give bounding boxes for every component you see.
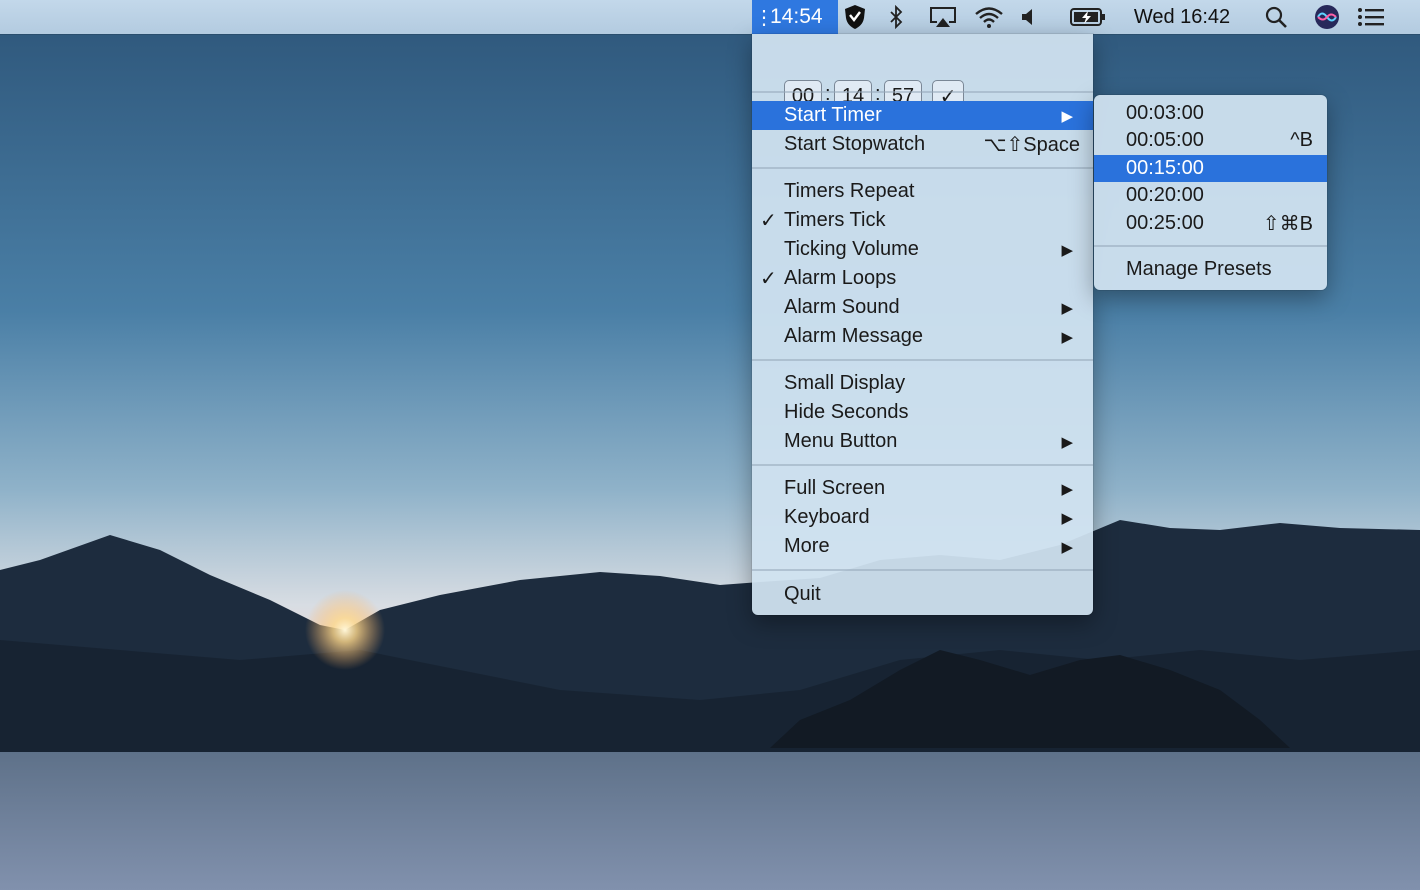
- siri-icon[interactable]: [1310, 0, 1344, 34]
- menu-item-label: Small Display: [784, 372, 906, 394]
- preset-label: 00:03:00: [1126, 102, 1204, 124]
- menu-item-label: Quit: [784, 583, 821, 605]
- shield-icon[interactable]: [840, 0, 870, 34]
- preset-label: 00:20:00: [1126, 184, 1204, 206]
- menu-separator: [1094, 245, 1327, 247]
- menu-item-timers-tick[interactable]: ✓ Timers Tick: [752, 206, 1093, 235]
- menu-bar: ⋮ 14:54 Wed 16:42: [0, 0, 1420, 34]
- timer-menu-extra[interactable]: ⋮ 14:54: [752, 0, 838, 34]
- preset-item-selected[interactable]: 00:15:00: [1094, 155, 1327, 182]
- airplay-icon[interactable]: [926, 0, 960, 34]
- submenu-arrow-icon: ▶: [1061, 433, 1073, 451]
- menu-item-full-screen[interactable]: Full Screen ▶: [752, 474, 1093, 503]
- keyboard-shortcut: ⇧⌘B: [1262, 213, 1313, 235]
- menu-item-label: Timers Repeat: [784, 180, 915, 202]
- submenu-arrow-icon: ▶: [1061, 241, 1073, 259]
- menu-item-label: Menu Button: [784, 430, 898, 452]
- menu-item-label: Alarm Message: [784, 325, 923, 347]
- keyboard-shortcut: ⌥⇧Space: [983, 134, 1080, 156]
- notification-center-icon[interactable]: [1354, 0, 1388, 34]
- submenu-arrow-icon: ▶: [1061, 299, 1073, 317]
- submenu-arrow-icon: ▶: [1061, 328, 1073, 346]
- menu-item-label: Ticking Volume: [784, 238, 919, 260]
- menu-item-more[interactable]: More ▶: [752, 532, 1093, 561]
- menu-item-quit[interactable]: Quit: [752, 580, 1093, 609]
- submenu-arrow-icon: ▶: [1061, 480, 1073, 498]
- preset-label: 00:15:00: [1126, 157, 1204, 179]
- preset-item[interactable]: 00:20:00: [1094, 182, 1327, 209]
- preset-item[interactable]: 00:25:00 ⇧⌘B: [1094, 210, 1327, 237]
- menu-separator: [752, 167, 1093, 169]
- spotlight-search-icon[interactable]: [1260, 0, 1292, 34]
- checkmark-icon: ✓: [760, 268, 777, 290]
- menu-item-hide-seconds[interactable]: Hide Seconds: [752, 398, 1093, 427]
- menu-separator: [752, 359, 1093, 361]
- menu-item-label: Keyboard: [784, 506, 870, 528]
- timer-dropdown-menu: 00 : 14 : 57 ✓ Start Timer ▶ Start Stopw…: [752, 34, 1093, 615]
- menu-separator: [752, 91, 1093, 93]
- battery-charging-icon[interactable]: [1066, 0, 1110, 34]
- volume-icon[interactable]: [1016, 0, 1042, 34]
- submenu-arrow-icon: ▶: [1061, 509, 1073, 527]
- menu-item-keyboard[interactable]: Keyboard ▶: [752, 503, 1093, 532]
- menu-item-label: Manage Presets: [1126, 258, 1272, 280]
- menu-item-label: Full Screen: [784, 477, 886, 499]
- submenu-arrow-icon: ▶: [1061, 107, 1073, 125]
- menu-item-ticking-volume[interactable]: Ticking Volume ▶: [752, 235, 1093, 264]
- timer-presets-submenu: 00:03:00 00:05:00 ^B 00:15:00 00:20:00 0…: [1094, 95, 1327, 290]
- drag-handle-icon: ⋮: [754, 6, 774, 29]
- menu-separator: [752, 569, 1093, 571]
- menu-item-alarm-message[interactable]: Alarm Message ▶: [752, 322, 1093, 351]
- menu-item-label: Start Timer: [784, 104, 882, 126]
- menu-item-label: Start Stopwatch: [784, 133, 926, 155]
- menu-item-label: More: [784, 535, 830, 557]
- preset-label: 00:25:00: [1126, 212, 1204, 234]
- menu-item-label: Hide Seconds: [784, 401, 909, 423]
- keyboard-shortcut: ^B: [1290, 129, 1313, 151]
- submenu-arrow-icon: ▶: [1061, 538, 1073, 556]
- menu-bar-clock[interactable]: Wed 16:42: [1122, 0, 1242, 34]
- menu-item-menu-button[interactable]: Menu Button ▶: [752, 427, 1093, 456]
- preset-item[interactable]: 00:03:00: [1094, 100, 1327, 127]
- checkmark-icon: ✓: [760, 210, 777, 232]
- menu-item-label: Timers Tick: [784, 209, 886, 231]
- menu-separator: [752, 464, 1093, 466]
- menu-item-alarm-loops[interactable]: ✓ Alarm Loops: [752, 264, 1093, 293]
- manage-presets-item[interactable]: Manage Presets: [1094, 256, 1327, 283]
- menu-item-start-timer[interactable]: Start Timer ▶: [752, 101, 1093, 130]
- wifi-icon[interactable]: [972, 0, 1006, 34]
- menu-item-timers-repeat[interactable]: Timers Repeat: [752, 177, 1093, 206]
- menu-item-start-stopwatch[interactable]: Start Stopwatch ⌥⇧Space: [752, 130, 1093, 159]
- preset-item[interactable]: 00:05:00 ^B: [1094, 127, 1327, 154]
- menu-item-alarm-sound[interactable]: Alarm Sound ▶: [752, 293, 1093, 322]
- menu-item-label: Alarm Loops: [784, 267, 897, 289]
- menu-item-small-display[interactable]: Small Display: [752, 369, 1093, 398]
- preset-label: 00:05:00: [1126, 129, 1204, 151]
- menu-item-label: Alarm Sound: [784, 296, 900, 318]
- bluetooth-icon[interactable]: [882, 0, 910, 34]
- timer-display: 14:54: [770, 5, 823, 28]
